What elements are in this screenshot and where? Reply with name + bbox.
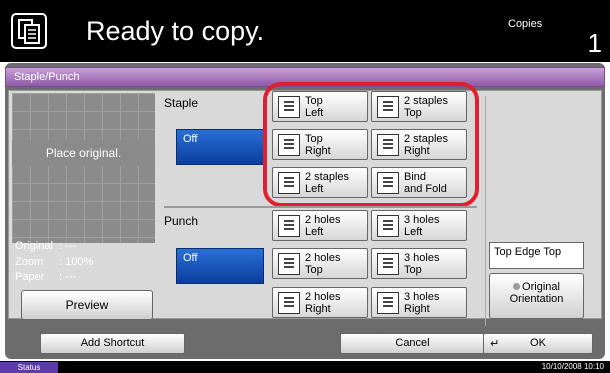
status-title: Ready to copy. <box>86 16 265 46</box>
info-value: : --- <box>59 240 77 252</box>
staple-off-button[interactable]: Off <box>176 129 264 165</box>
staple-label: Staple <box>164 96 199 110</box>
original-orientation-button[interactable]: Original Orientation <box>489 273 584 319</box>
punch-2-right-button[interactable]: 2 holes Right <box>272 287 368 318</box>
add-shortcut-button[interactable]: Add Shortcut <box>40 333 185 354</box>
info-key: Paper <box>15 271 45 283</box>
option-label: 3 holes Top <box>404 252 440 276</box>
ok-label: OK <box>530 337 546 349</box>
status-bar: Status 10/10/2008 10:10 <box>0 361 610 373</box>
punch-label: Punch <box>164 214 199 228</box>
punch-2-top-icon <box>278 253 300 275</box>
punch-2-top-button[interactable]: 2 holes Top <box>272 248 368 279</box>
preview-area <box>12 93 155 243</box>
status-button[interactable]: Status <box>0 362 58 373</box>
orientation-button-line1: Original <box>522 281 560 293</box>
ok-button[interactable]: ↵ OK <box>483 333 593 354</box>
option-label: 2 holes Right <box>305 291 341 315</box>
punch-3-left-button[interactable]: 3 holes Left <box>371 210 467 241</box>
option-label: 3 holes Left <box>404 214 440 238</box>
copy-app-icon <box>11 13 47 49</box>
info-key: Zoom <box>15 256 44 268</box>
punch-3-right-button[interactable]: 3 holes Right <box>371 287 467 318</box>
copies-label: Copies <box>508 18 543 30</box>
indicator-dot-icon <box>513 283 521 290</box>
datetime-display: 10/10/2008 10:10 <box>541 362 604 371</box>
original-orientation-value: Top Edge Top <box>489 242 584 269</box>
header-bar: Ready to copy. Copies 1 <box>0 0 610 62</box>
punch-3-top-icon <box>377 253 399 275</box>
punch-3-top-button[interactable]: 3 holes Top <box>371 248 467 279</box>
option-label: 2 holes Left <box>305 214 341 238</box>
option-label: 2 holes Top <box>305 252 341 276</box>
cancel-button[interactable]: Cancel <box>340 333 485 354</box>
place-original-message: Place original. <box>12 140 155 166</box>
copies-count: 1 <box>587 28 602 58</box>
info-original: Original : --- <box>15 240 76 252</box>
punch-2-left-icon <box>278 215 300 237</box>
info-key: Original <box>15 240 53 252</box>
info-value: : --- <box>59 271 77 283</box>
info-value: : 100% <box>59 256 94 268</box>
info-zoom: Zoom : 100% <box>15 256 93 268</box>
option-label: 3 holes Right <box>404 291 440 315</box>
punch-off-button[interactable]: Off <box>176 248 264 284</box>
punch-2-right-icon <box>278 292 300 314</box>
punch-2-left-button[interactable]: 2 holes Left <box>272 210 368 241</box>
screen-title: Staple/Punch <box>14 71 80 83</box>
section-divider <box>164 206 477 208</box>
staple-options-highlight <box>263 82 479 207</box>
info-paper: Paper : --- <box>15 271 76 283</box>
enter-arrow-icon: ↵ <box>490 337 500 350</box>
orientation-button-line2: Orientation <box>509 293 564 305</box>
punch-3-left-icon <box>377 215 399 237</box>
preview-button[interactable]: Preview <box>21 290 153 320</box>
punch-3-right-icon <box>377 292 399 314</box>
